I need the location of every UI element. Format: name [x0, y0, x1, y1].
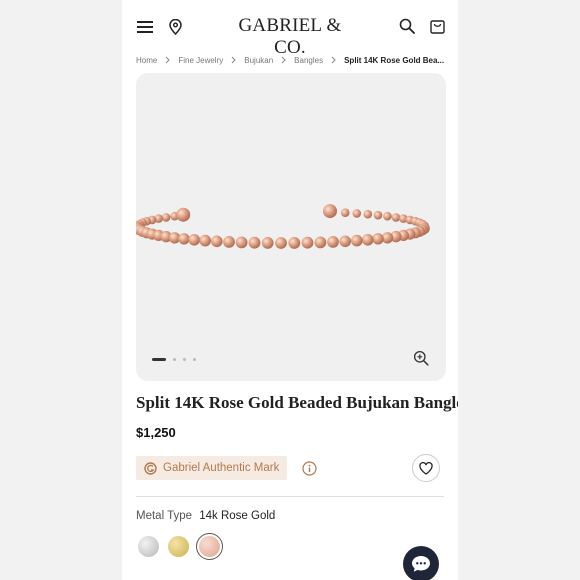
location-pin-icon	[168, 19, 182, 35]
info-button[interactable]	[300, 459, 318, 477]
breadcrumb-fine-jewelry[interactable]: Fine Jewelry	[178, 56, 223, 65]
bangle-bead	[363, 209, 373, 219]
breadcrumb: Home Fine Jewelry Bujukan Bangles Split …	[136, 53, 444, 67]
authentic-mark-label: Gabriel Authentic Mark	[163, 462, 280, 474]
search-icon	[399, 18, 415, 34]
bangle-bead	[301, 236, 314, 249]
bangle-bead	[352, 209, 362, 218]
cart-button[interactable]	[427, 15, 447, 37]
zoom-in-icon	[413, 350, 429, 366]
breadcrumb-current: Split 14K Rose Gold Bea...	[344, 55, 445, 65]
metal-swatch-yellow-gold[interactable]	[168, 536, 189, 557]
metal-swatch-white-gold[interactable]	[138, 536, 159, 557]
bangle-bead	[391, 213, 401, 222]
metal-swatch-rose-gold[interactable]	[199, 536, 220, 557]
product-price: $1,250	[136, 425, 176, 440]
bangle-bead	[340, 208, 350, 217]
carousel-dot[interactable]	[193, 358, 196, 361]
store-locator-button[interactable]	[165, 16, 185, 38]
divider	[136, 496, 444, 497]
bangle-bead	[261, 237, 274, 249]
carousel-dot[interactable]	[183, 358, 186, 361]
bangle-bead	[199, 234, 211, 247]
authentic-mark-badge[interactable]: Gabriel Authentic Mark	[136, 456, 288, 480]
bangle-bead	[314, 236, 327, 249]
breadcrumb-home[interactable]: Home	[136, 56, 157, 65]
bangle-bead	[275, 237, 287, 249]
product-image-gallery[interactable]	[136, 73, 446, 381]
product-image	[136, 204, 430, 249]
shopping-bag-icon	[429, 20, 445, 34]
bangle-bead	[383, 211, 392, 221]
chat-bubble-icon	[412, 556, 430, 572]
menu-icon	[137, 21, 153, 33]
bangle-bead	[327, 236, 339, 248]
bangle-bead	[235, 236, 248, 249]
bangle-bead	[339, 235, 351, 248]
search-button[interactable]	[396, 15, 418, 37]
bangle-bead	[223, 236, 235, 248]
bangle-bead	[372, 233, 384, 245]
bangle-bead	[351, 234, 363, 247]
bangle-bead	[178, 233, 190, 245]
metal-type-value: 14k Rose Gold	[199, 510, 276, 522]
info-icon	[301, 460, 317, 476]
bangle-end-cap	[176, 207, 191, 222]
breadcrumb-bujukan[interactable]: Bujukan	[244, 56, 273, 65]
metal-type-row: Metal Type 14k Rose Gold	[136, 510, 275, 522]
carousel-dot[interactable]	[173, 358, 176, 361]
breadcrumb-bangles[interactable]: Bangles	[294, 56, 323, 65]
bangle-bead	[248, 236, 261, 249]
heart-icon	[419, 461, 433, 475]
carousel-dot-active[interactable]	[152, 358, 166, 361]
bangle-bead	[188, 234, 200, 246]
backdrop-right	[458, 0, 580, 580]
chevron-right-icon	[165, 56, 171, 64]
metal-type-label: Metal Type	[136, 510, 193, 522]
bangle-bead	[373, 210, 383, 220]
chevron-right-icon	[281, 56, 286, 64]
product-title: Split 14K Rose Gold Beaded Bujukan Bangl…	[136, 393, 458, 412]
bangle-end-cap	[323, 204, 337, 219]
chat-button[interactable]	[403, 546, 439, 580]
product-page: GABRIEL & CO. Home Fine Jewelry Bujukan …	[122, 0, 458, 580]
gabriel-g-icon	[144, 461, 157, 475]
wishlist-button[interactable]	[412, 454, 440, 482]
bangle-bead	[362, 234, 374, 246]
site-header: GABRIEL & CO.	[122, 0, 458, 58]
menu-button[interactable]	[134, 16, 156, 38]
carousel-dots	[152, 358, 203, 361]
bangle-bead	[161, 213, 171, 222]
chevron-right-icon	[331, 56, 336, 64]
bangle-bead	[288, 237, 301, 249]
backdrop-left	[0, 0, 122, 580]
bangle-bead	[211, 235, 223, 248]
zoom-button[interactable]	[412, 349, 430, 367]
chevron-right-icon	[231, 56, 236, 64]
